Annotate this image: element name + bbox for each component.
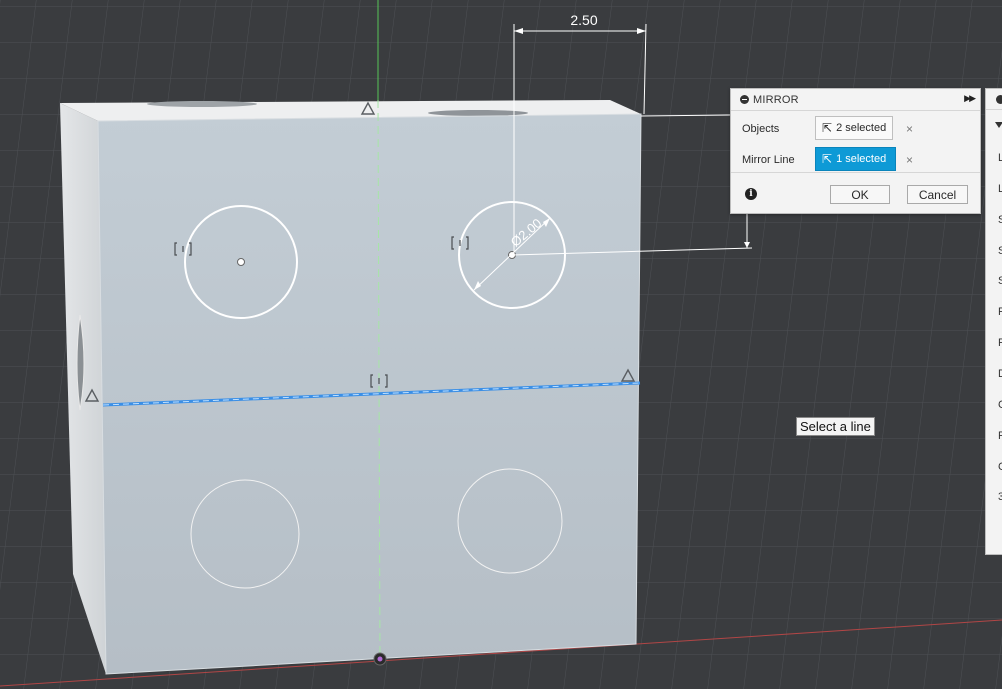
panel-option[interactable]: S (998, 245, 1002, 257)
cancel-button[interactable]: Cancel (907, 185, 968, 204)
circle-center-point (237, 258, 245, 266)
objects-selector[interactable]: ⇱ 2 selected (815, 116, 893, 140)
panel-option[interactable]: L (998, 183, 1002, 195)
objects-value: 2 selected (836, 122, 887, 134)
mirror-line-label: Mirror Line (742, 153, 795, 166)
mirror-dialog-title: MIRROR (753, 93, 799, 106)
clear-mirror-line-button[interactable]: × (906, 153, 913, 167)
cursor-tooltip: Select a line (796, 417, 875, 436)
mirror-line-row: Mirror Line ⇱ 1 selected × (731, 144, 980, 175)
panel-option[interactable]: 3 (998, 491, 1002, 503)
sketch-palette-header (986, 89, 1002, 110)
panel-option[interactable]: P (998, 337, 1002, 349)
panel-option[interactable]: S (998, 214, 1002, 226)
panel-option[interactable]: C (998, 399, 1002, 411)
mirror-dialog-header: MIRROR ▶▶ (731, 89, 980, 111)
panel-option[interactable]: L (998, 152, 1002, 164)
top-hole-left (147, 101, 257, 107)
divider (731, 172, 980, 173)
clear-objects-button[interactable]: × (906, 122, 913, 136)
ok-button[interactable]: OK (830, 185, 890, 204)
origin-point (377, 656, 383, 662)
info-icon[interactable]: i (745, 188, 757, 200)
sketch-palette-panel: L L S S S P P D C P C 3 (985, 88, 1002, 555)
dimension-label: 2.50 (570, 12, 597, 28)
objects-label: Objects (742, 122, 780, 135)
panel-option[interactable]: P (998, 430, 1002, 442)
cursor-icon: ⇱ (822, 121, 833, 135)
top-hole-right (428, 110, 528, 116)
objects-row: Objects ⇱ 2 selected × (731, 113, 980, 144)
panel-option[interactable]: S (998, 275, 1002, 287)
collapse-icon[interactable] (740, 95, 749, 104)
fast-forward-icon[interactable]: ▶▶ (964, 93, 976, 104)
panel-option[interactable]: P (998, 306, 1002, 318)
expand-triangle-icon[interactable] (995, 122, 1002, 128)
mirror-line-selector[interactable]: ⇱ 1 selected (815, 147, 896, 171)
cursor-icon: ⇱ (822, 152, 833, 166)
panel-option[interactable]: D (998, 368, 1002, 380)
collapse-icon[interactable] (996, 95, 1002, 104)
panel-option[interactable]: C (998, 461, 1002, 473)
mirror-dialog: MIRROR ▶▶ Objects ⇱ 2 selected × Mirror … (730, 88, 981, 214)
mirror-line-value: 1 selected (836, 153, 887, 165)
